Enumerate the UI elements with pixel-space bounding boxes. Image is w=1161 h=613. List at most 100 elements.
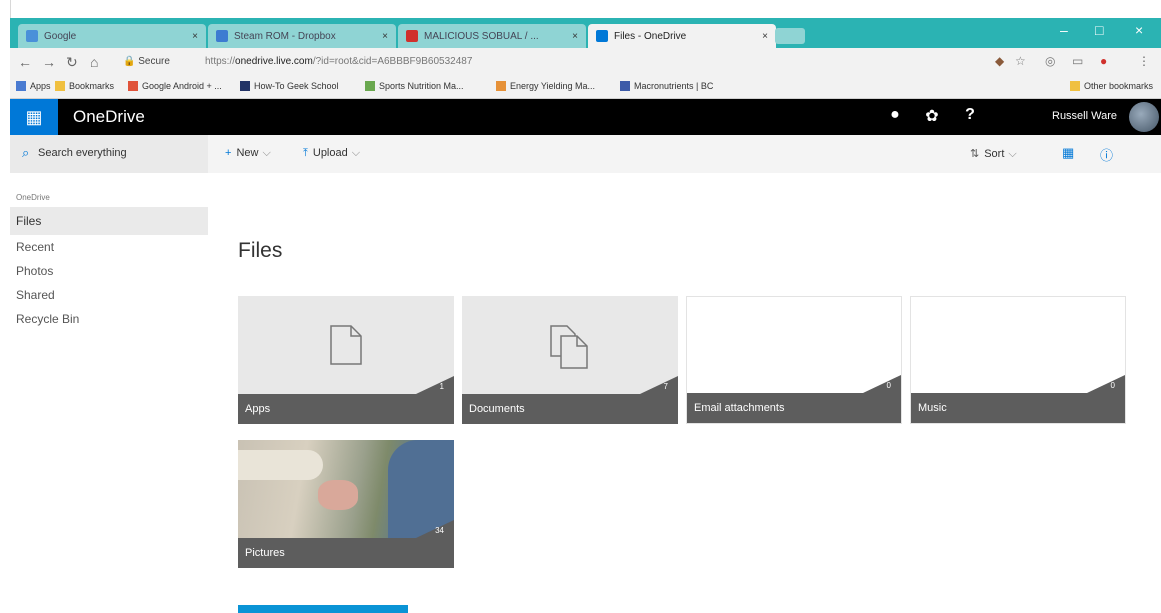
bookmark-favicon-icon bbox=[240, 81, 250, 91]
folder-tile-email-attachments[interactable]: 0 Email attachments bbox=[686, 296, 902, 424]
bookmark-sports-nutrition[interactable]: Sports Nutrition Ma... bbox=[365, 81, 464, 91]
apps-icon bbox=[16, 81, 26, 91]
home-icon[interactable]: ⌂ bbox=[90, 54, 98, 70]
app-launcher-icon[interactable]: ▦ bbox=[10, 99, 58, 135]
folder-name: Apps bbox=[245, 403, 271, 415]
bookmark-label: Apps bbox=[30, 81, 51, 91]
extension-icon[interactable]: ● bbox=[1100, 54, 1107, 68]
bookmark-favicon-icon bbox=[620, 81, 630, 91]
menu-icon[interactable]: ⋮ bbox=[1138, 54, 1150, 68]
folder-tile-pictures[interactable]: 34 Pictures bbox=[238, 440, 454, 568]
bookmark-energy[interactable]: Energy Yielding Ma... bbox=[496, 81, 595, 91]
bookmark-label: Bookmarks bbox=[69, 81, 115, 91]
nav-item-photos[interactable]: Photos bbox=[10, 259, 208, 283]
forward-icon[interactable]: → bbox=[42, 54, 56, 70]
tile-count-tab bbox=[1087, 375, 1125, 393]
bookmark-apps[interactable]: Apps bbox=[16, 81, 51, 91]
new-tab-button[interactable] bbox=[775, 28, 805, 44]
plus-icon: + bbox=[225, 147, 232, 159]
documents-icon bbox=[550, 325, 588, 369]
tab-close-icon[interactable]: × bbox=[382, 31, 388, 42]
reload-icon[interactable]: ↻ bbox=[66, 54, 78, 71]
info-icon[interactable]: ⓘ bbox=[1100, 145, 1113, 164]
help-icon[interactable]: ? bbox=[960, 106, 980, 124]
url-host: onedrive.live.com bbox=[235, 56, 313, 67]
page-title: Files bbox=[238, 239, 283, 262]
folder-count: 34 bbox=[435, 526, 444, 535]
url-field[interactable]: https://onedrive.live.com/?id=root&cid=A… bbox=[205, 56, 472, 67]
chat-icon[interactable]: ● bbox=[885, 106, 905, 124]
search-icon: ⌕ bbox=[22, 145, 30, 160]
url-prefix: https:// bbox=[205, 56, 236, 67]
folder-tile-music[interactable]: 0 Music bbox=[910, 296, 1126, 424]
secure-indicator[interactable]: 🔒 Secure bbox=[123, 56, 170, 67]
dropbox-favicon-icon bbox=[216, 30, 228, 42]
extension-icon[interactable]: ◆ bbox=[995, 54, 1004, 68]
tab-close-icon[interactable]: × bbox=[762, 31, 768, 42]
minimize-icon[interactable]: – bbox=[1060, 22, 1068, 38]
folder-tile-apps[interactable]: 1 Apps bbox=[238, 296, 454, 424]
search-box[interactable]: ⌕ Search everything bbox=[10, 135, 208, 173]
address-bar: ← → ↻ ⌂ 🔒 Secure https://onedrive.live.c… bbox=[10, 48, 1161, 76]
chevron-down-icon: ⌵ bbox=[262, 147, 271, 159]
close-window-icon[interactable]: × bbox=[1135, 22, 1143, 38]
tab-close-icon[interactable]: × bbox=[192, 31, 198, 42]
folder-count: 0 bbox=[886, 381, 891, 390]
nav-item-files[interactable]: Files bbox=[10, 207, 208, 235]
new-button[interactable]: + New ⌵ bbox=[225, 147, 271, 160]
folder-tile-documents[interactable]: 7 Documents bbox=[462, 296, 678, 424]
bookmark-google-android[interactable]: Google Android + ... bbox=[128, 81, 222, 91]
extension-icon[interactable]: ◎ bbox=[1045, 54, 1055, 68]
tab-title: Steam ROM - Dropbox bbox=[234, 30, 336, 42]
bookmark-howtogeek[interactable]: How-To Geek School bbox=[240, 81, 339, 91]
folder-name: Email attachments bbox=[694, 402, 785, 414]
tab-close-icon[interactable]: × bbox=[572, 31, 578, 42]
browser-window: Google × Steam ROM - Dropbox × MALICIOUS… bbox=[10, 18, 1161, 613]
tile-count-tab bbox=[416, 376, 454, 394]
nav-item-shared[interactable]: Shared bbox=[10, 283, 208, 307]
bookmark-label: Energy Yielding Ma... bbox=[510, 81, 596, 91]
folder-name: Documents bbox=[469, 403, 525, 415]
upload-icon: ⤒ bbox=[303, 147, 308, 159]
nav-item-recent[interactable]: Recent bbox=[10, 235, 208, 259]
sort-label: Sort bbox=[984, 148, 1005, 160]
thumbnail-shape bbox=[318, 480, 358, 510]
onedrive-favicon-icon bbox=[596, 30, 608, 42]
view-grid-icon[interactable]: ▦ bbox=[1062, 145, 1074, 161]
other-bookmarks[interactable]: Other bookmarks bbox=[1070, 81, 1153, 91]
tab-dropbox[interactable]: Steam ROM - Dropbox × bbox=[208, 24, 396, 48]
tab-title: MALICIOUS SOBUAL / ... bbox=[424, 30, 539, 42]
bookmark-label: Sports Nutrition Ma... bbox=[379, 81, 464, 91]
avatar[interactable] bbox=[1129, 102, 1159, 132]
chevron-down-icon: ⌵ bbox=[351, 147, 361, 159]
brand-title[interactable]: OneDrive bbox=[73, 107, 145, 127]
url-path: /?id=root&cid=A6BBBF9B60532487 bbox=[312, 56, 473, 67]
bookmark-bookmarks[interactable]: Bookmarks bbox=[55, 81, 114, 91]
command-bar: ⌕ Search everything + New ⌵ ⤒ Upload ⌵ ⇅ Sort… bbox=[10, 135, 1161, 173]
maximize-icon[interactable]: □ bbox=[1095, 22, 1103, 38]
gear-icon[interactable]: ✿ bbox=[922, 106, 942, 126]
cast-icon[interactable]: ▭ bbox=[1072, 54, 1083, 68]
folder-name: Music bbox=[918, 402, 947, 414]
folder-count: 1 bbox=[439, 382, 444, 391]
onedrive-header: ▦ OneDrive ● ✿ ? Russell Ware bbox=[10, 99, 1161, 135]
secure-label: Secure bbox=[138, 56, 170, 67]
star-icon[interactable]: ☆ bbox=[1015, 54, 1026, 68]
tab-youtube[interactable]: MALICIOUS SOBUAL / ... × bbox=[398, 24, 586, 48]
get-apps-button[interactable] bbox=[238, 605, 408, 613]
tab-title: Files - OneDrive bbox=[614, 30, 687, 42]
bookmarks-bar: Apps Bookmarks Google Android + ... How-… bbox=[10, 76, 1161, 99]
tab-onedrive[interactable]: Files - OneDrive × bbox=[588, 24, 776, 48]
user-name[interactable]: Russell Ware bbox=[1052, 110, 1117, 122]
tile-label-bar bbox=[238, 394, 454, 424]
bookmark-macronutrients[interactable]: Macronutrients | BC bbox=[620, 81, 713, 91]
sort-button[interactable]: ⇅ Sort ⌵ bbox=[970, 147, 1017, 161]
nav-item-recycle-bin[interactable]: Recycle Bin bbox=[10, 307, 208, 331]
back-icon[interactable]: ← bbox=[18, 54, 32, 70]
tab-google[interactable]: Google × bbox=[18, 24, 206, 48]
upload-button[interactable]: ⤒ Upload ⌵ bbox=[303, 147, 360, 160]
left-nav: OneDrive Files Recent Photos Shared Recy… bbox=[10, 173, 208, 613]
search-input[interactable]: Search everything bbox=[38, 147, 127, 159]
folder-name: Pictures bbox=[245, 547, 285, 559]
nav-header: OneDrive bbox=[16, 193, 50, 202]
